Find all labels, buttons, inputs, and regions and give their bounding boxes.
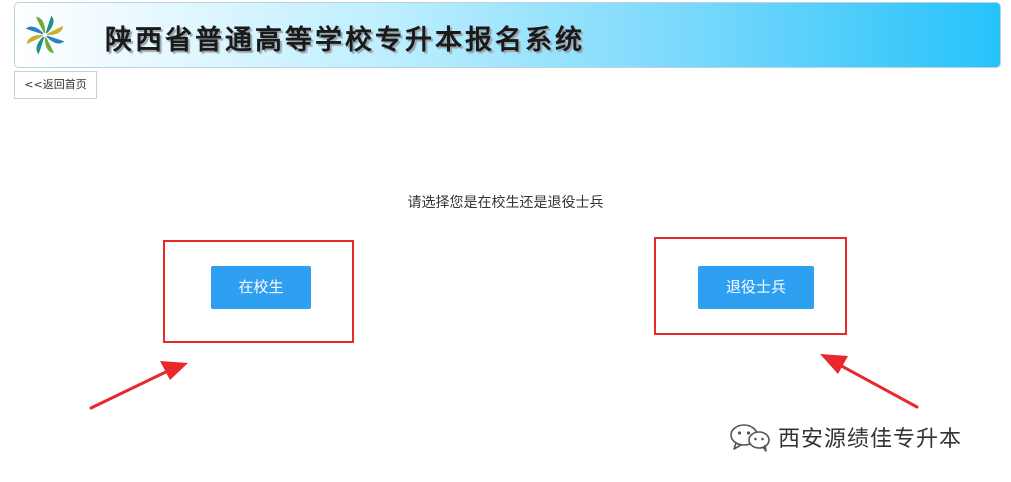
arrow-right-icon: [820, 354, 919, 409]
student-button[interactable]: 在校生: [211, 266, 311, 309]
arrow-left-icon: [89, 361, 188, 410]
selection-prompt: 请选择您是在校生还是退役士兵: [407, 195, 604, 211]
watermark-text: 西安源绩佳专升本: [778, 427, 963, 452]
wechat-icon: [730, 424, 770, 452]
watermark: 西安源绩佳专升本: [728, 420, 962, 454]
veteran-button[interactable]: 退役士兵: [698, 266, 814, 309]
app-header: 陕西省普通高等学校专升本报名系统: [14, 2, 1001, 68]
back-home-button[interactable]: <<返回首页: [14, 71, 97, 99]
annotation-arrows: [89, 354, 919, 410]
page-title: 陕西省普通高等学校专升本报名系统: [105, 25, 585, 56]
pinwheel-logo-icon: [25, 15, 65, 55]
